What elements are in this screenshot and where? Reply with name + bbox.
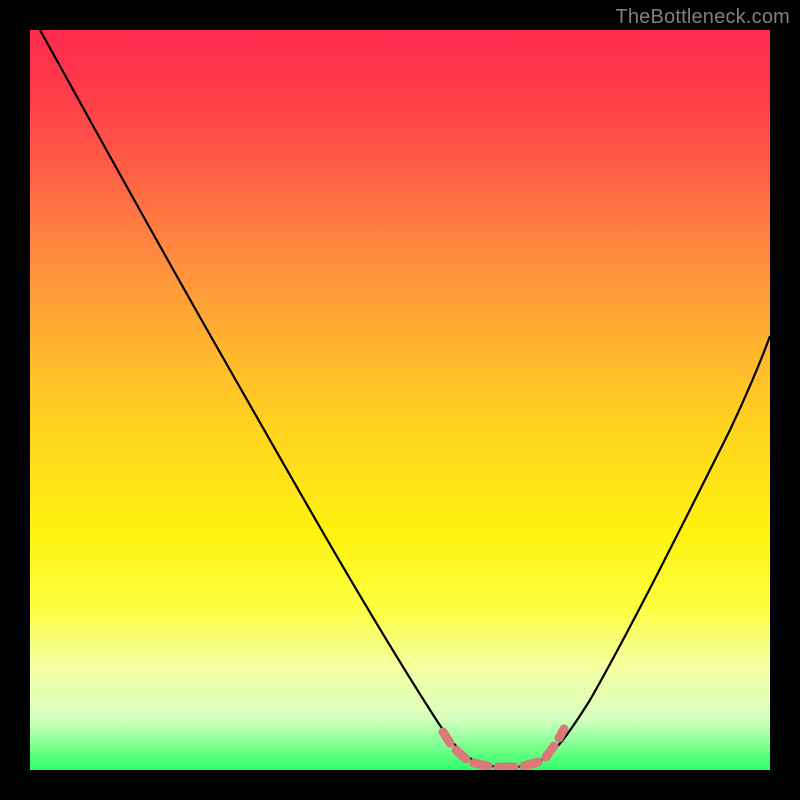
watermark-text: TheBottleneck.com: [615, 6, 790, 29]
bottleneck-curve: [40, 30, 770, 767]
optimal-range-marker: [443, 729, 564, 767]
plot-area: [30, 30, 770, 770]
chart-frame: TheBottleneck.com: [0, 0, 800, 800]
curve-layer: [30, 30, 770, 770]
